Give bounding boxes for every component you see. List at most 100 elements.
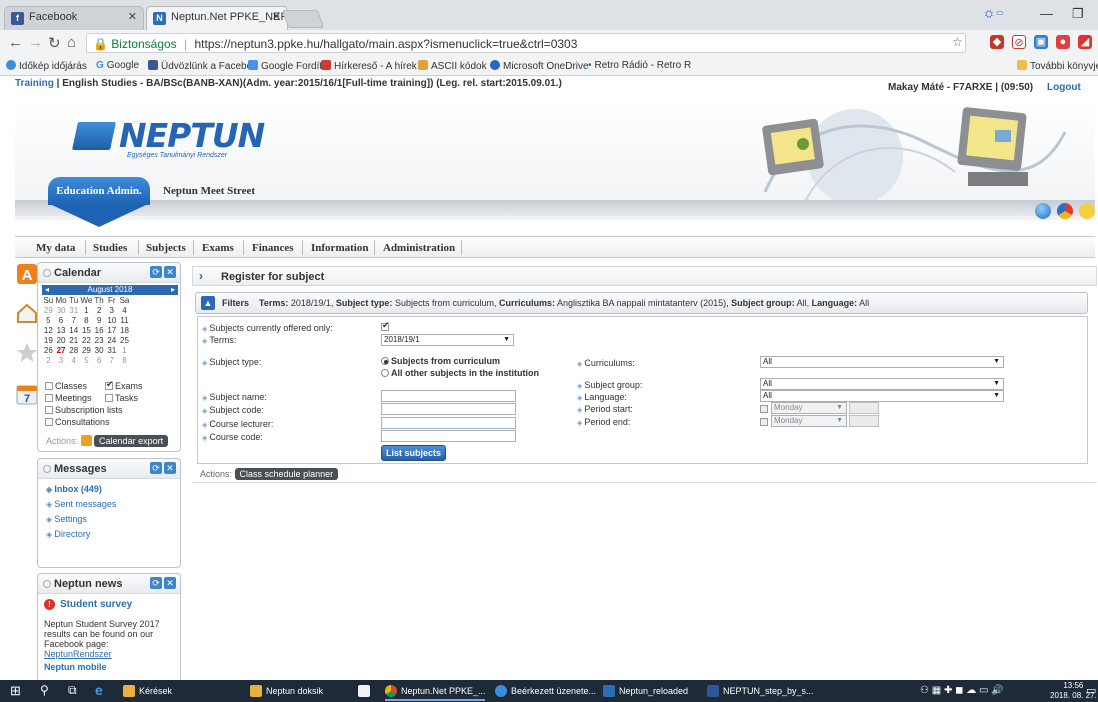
adblock-icon[interactable]: ● xyxy=(1056,35,1070,49)
task-view-icon[interactable]: ⧉ xyxy=(68,683,77,698)
language-select[interactable]: All ▼ xyxy=(760,390,1004,402)
letter-a-icon[interactable]: A xyxy=(16,263,38,285)
ublock-icon[interactable]: ◆ xyxy=(990,35,1004,49)
close-icon[interactable]: ✕ xyxy=(164,266,176,278)
calendar-day[interactable]: 26 xyxy=(42,345,55,355)
smiley-icon[interactable] xyxy=(1079,203,1095,219)
bookmark-item[interactable]: Google Fordító xyxy=(248,60,328,72)
sent-messages-link[interactable]: Sent messages xyxy=(46,499,116,509)
system-tray-icons[interactable]: ⚇ ▦ ✚ ◼ ☁ ▭ 🔊 xyxy=(920,685,1004,696)
calendar-day[interactable]: 12 xyxy=(42,325,55,335)
browser-tab-facebook[interactable]: f Facebook ✕ xyxy=(4,6,144,30)
menu-exams[interactable]: Exams xyxy=(202,242,234,254)
bookmark-item[interactable]: Üdvözlünk a Faceboo xyxy=(148,60,258,72)
calendar-day[interactable]: 6 xyxy=(55,315,68,325)
classes-checkbox[interactable]: Classes xyxy=(45,381,87,391)
home-icon[interactable] xyxy=(16,302,38,324)
notification-icon[interactable]: ▭ xyxy=(1086,684,1096,697)
home-icon[interactable]: ⌂ xyxy=(67,34,76,51)
taskbar-item[interactable]: Neptun_reloaded xyxy=(603,685,688,697)
bookmark-item[interactable]: G Google xyxy=(96,60,139,71)
class-schedule-planner-button[interactable]: Class schedule planner xyxy=(234,468,339,480)
bookmark-item[interactable]: • Retro Rádió - Retro R xyxy=(588,60,691,71)
calendar-export-button[interactable]: Calendar export xyxy=(94,435,169,447)
calendar-day[interactable]: 15 xyxy=(80,325,93,335)
browser-tab-neptun[interactable]: N Neptun.Net PPKE_NEPTU ✕ xyxy=(146,6,288,30)
refresh-icon[interactable]: ⟳ xyxy=(150,462,162,474)
calendar-day[interactable]: 10 xyxy=(105,315,118,325)
consultations-checkbox[interactable]: Consultations xyxy=(45,417,110,427)
calendar-day[interactable]: 9 xyxy=(93,315,106,325)
menu-studies[interactable]: Studies xyxy=(93,242,127,254)
calendar-day[interactable]: 8 xyxy=(118,355,131,365)
close-icon[interactable]: ✕ xyxy=(164,577,176,589)
restore-icon[interactable]: ❐ xyxy=(1072,6,1084,22)
star-icon[interactable] xyxy=(16,342,38,364)
bookmark-item[interactable]: Microsoft OneDrive xyxy=(490,60,589,72)
inbox-link[interactable]: Inbox (449) xyxy=(46,484,102,494)
calendar-day[interactable]: 20 xyxy=(55,335,68,345)
taskbar-item[interactable]: Beérkezett üzenete... xyxy=(495,685,596,697)
meet-street-tab[interactable]: Neptun Meet Street xyxy=(163,185,255,197)
settings-link[interactable]: Settings xyxy=(46,514,87,524)
survey-title[interactable]: Student survey xyxy=(60,599,132,610)
close-icon[interactable]: ✕ xyxy=(128,10,137,23)
close-icon[interactable]: ✕ xyxy=(164,462,176,474)
list-subjects-button[interactable]: List subjects xyxy=(381,445,447,461)
calendar-day[interactable]: 24 xyxy=(105,335,118,345)
menu-my-data[interactable]: My data xyxy=(36,242,75,254)
menu-finances[interactable]: Finances xyxy=(252,242,294,254)
calendar-day[interactable]: 31 xyxy=(105,345,118,355)
taskbar-item-chrome[interactable]: Neptun.Net PPKE_... xyxy=(385,685,486,697)
calendar-day[interactable]: 6 xyxy=(93,355,106,365)
calendar-day[interactable]: 29 xyxy=(80,345,93,355)
close-icon[interactable]: ✕ xyxy=(272,10,281,23)
taskbar-item[interactable]: Neptun doksik xyxy=(250,685,323,697)
calendar-day[interactable]: 14 xyxy=(67,325,80,335)
edge-icon[interactable]: e xyxy=(95,682,103,698)
export-icon[interactable] xyxy=(80,435,92,446)
calendar-day[interactable]: 17 xyxy=(105,325,118,335)
education-admin-tab[interactable]: Education Admin. xyxy=(48,177,150,205)
period-end-time-input[interactable] xyxy=(849,415,879,427)
subscription-checkbox[interactable]: Subscription lists xyxy=(45,405,123,415)
windows-start-icon[interactable]: ⊞ xyxy=(10,683,21,699)
next-month-icon[interactable]: ▸ xyxy=(171,285,175,295)
color-theme-icon[interactable] xyxy=(1057,203,1073,219)
calendar-day-today[interactable]: 27 xyxy=(55,345,68,355)
meetings-checkbox[interactable]: Meetings xyxy=(45,393,92,403)
menu-information[interactable]: Information xyxy=(311,242,368,254)
bookmark-item[interactable]: Időkép időjárás xyxy=(6,60,87,72)
globe-icon[interactable] xyxy=(1035,203,1051,219)
profile-icon[interactable]: ⛭ ▭ xyxy=(985,9,1004,20)
menu-extension-icon[interactable]: ◢ xyxy=(1078,35,1092,49)
collapse-icon[interactable] xyxy=(43,269,51,277)
calendar-day[interactable]: 25 xyxy=(118,335,131,345)
calendar-day[interactable]: 28 xyxy=(67,345,80,355)
star-icon[interactable]: ☆ xyxy=(952,35,963,49)
period-start-checkbox[interactable] xyxy=(760,403,770,415)
collapse-icon[interactable] xyxy=(43,465,51,473)
calendar-day[interactable]: 18 xyxy=(118,325,131,335)
course-lecturer-input[interactable] xyxy=(381,417,516,429)
calendar-day[interactable]: 8 xyxy=(80,315,93,325)
extension-icon[interactable]: ▣ xyxy=(1034,35,1048,49)
subject-name-input[interactable] xyxy=(381,390,516,402)
calendar-day[interactable]: 30 xyxy=(55,305,68,315)
calendar-day[interactable]: 21 xyxy=(67,335,80,345)
neptun-mobile-link[interactable]: Neptun mobile xyxy=(44,662,107,672)
taskbar-item[interactable]: NEPTUN_step_by_s... xyxy=(707,685,814,697)
forward-arrow-icon[interactable]: → xyxy=(28,34,43,51)
period-start-time-input[interactable] xyxy=(849,402,879,414)
back-arrow-icon[interactable]: ← xyxy=(8,34,23,51)
calendar-day[interactable]: 11 xyxy=(118,315,131,325)
calendar-day[interactable]: 4 xyxy=(67,355,80,365)
store-icon[interactable] xyxy=(358,685,374,697)
type-curriculum-radio[interactable]: Subjects from curriculum xyxy=(381,356,500,366)
calendar-day[interactable]: 3 xyxy=(55,355,68,365)
new-tab-button[interactable] xyxy=(281,10,325,28)
collapse-arrow-icon[interactable]: ▲ xyxy=(201,296,215,310)
calendar-day[interactable]: 5 xyxy=(80,355,93,365)
address-bar[interactable]: 🔒 Biztonságos | https://neptun3.ppke.hu/… xyxy=(86,33,966,53)
reload-icon[interactable]: ↻ xyxy=(48,34,61,52)
